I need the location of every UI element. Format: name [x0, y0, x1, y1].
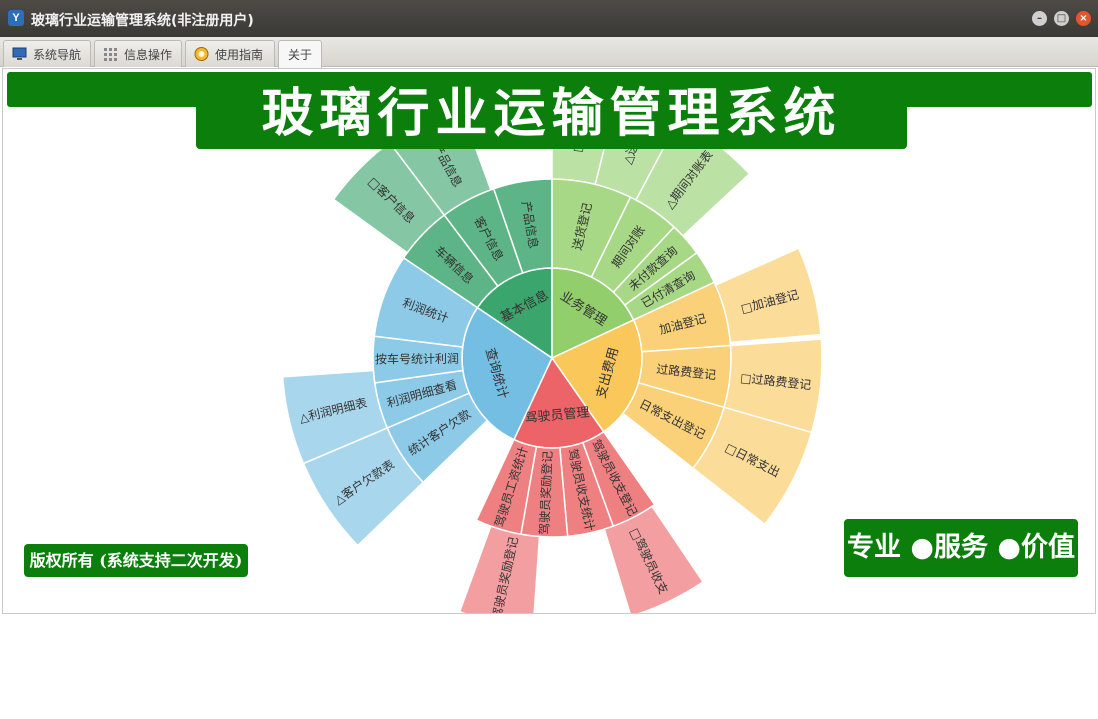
app-logo-icon: Y	[8, 10, 24, 26]
tab-user-guide[interactable]: 使用指南	[185, 40, 275, 67]
tab-bar: 系统导航 信息操作 使用指南 关于	[0, 37, 1098, 68]
help-globe-icon	[194, 47, 209, 61]
tab-label: 信息操作	[124, 47, 173, 62]
grid-icon	[103, 47, 118, 61]
window-title: 玻璃行业运输管理系统(非注册用户)	[31, 13, 254, 29]
system-title-banner: 玻璃行业运输管理系统	[196, 79, 907, 149]
title-bar: Y 玻璃行业运输管理系统(非注册用户) – □ ×	[0, 0, 1098, 37]
tab-label: 关于	[287, 48, 312, 62]
minimize-button[interactable]: –	[1032, 11, 1047, 26]
tab-label: 系统导航	[33, 47, 82, 62]
sub-sector-label: 按车号统计利润	[375, 351, 459, 367]
app-window: Y 玻璃行业运输管理系统(非注册用户) – □ × 系统导航 信息操作 使用指南…	[0, 0, 1098, 618]
monitor-icon	[12, 47, 27, 61]
tab-label: 使用指南	[215, 47, 264, 62]
tab-about[interactable]: 关于	[278, 40, 322, 68]
close-button[interactable]: ×	[1076, 11, 1091, 26]
slogan-badge: 专业 ●服务 ●价值	[844, 519, 1078, 577]
tab-system-nav[interactable]: 系统导航	[3, 40, 91, 67]
maximize-button[interactable]: □	[1054, 11, 1069, 26]
about-panel: 基本信息 业务管理 支出费用 驾驶员管理 查询统计 车辆信息 客户信息 产品信息 送货登记 期间对…	[2, 68, 1096, 614]
tab-info-ops[interactable]: 信息操作	[94, 40, 182, 67]
copyright-badge: 版权所有 (系统支持二次开发)	[24, 544, 248, 577]
